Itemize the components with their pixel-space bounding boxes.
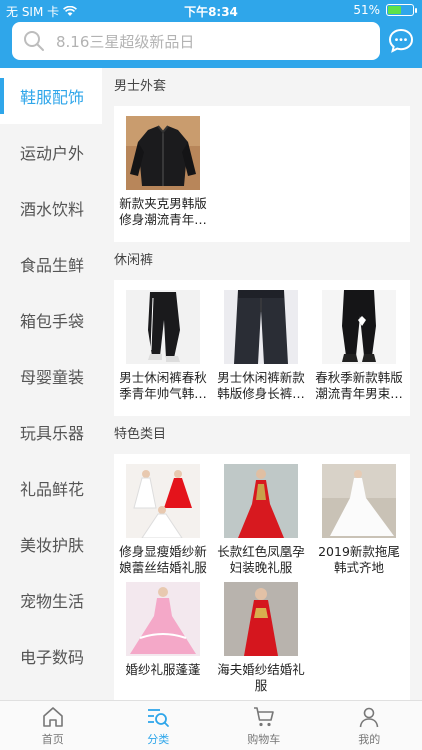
sidebar-item-shoes-apparel[interactable]: 鞋服配饰 (0, 68, 102, 124)
sidebar-item-label: 箱包手袋 (20, 312, 85, 331)
product-item[interactable]: 2019新款拖尾韩式齐地 (310, 464, 408, 576)
sidebar-item-label: 母婴童装 (20, 368, 85, 387)
tab-category[interactable]: 分类 (106, 701, 212, 750)
red-gown-image (224, 464, 298, 538)
sidebar-item-label: 食品生鲜 (20, 256, 85, 275)
product-grid: 男士休闲裤春秋季青年帅气韩… 男士休闲裤新款韩版修身长裤… 春秋季新款韩版潮流青… (114, 280, 410, 416)
product-item[interactable]: 长款红色凤凰孕妇装晚礼服 (212, 464, 310, 576)
jacket-image (126, 116, 200, 190)
sidebar-item-label: 鞋服配饰 (20, 88, 85, 107)
sidebar-item-gifts-flowers[interactable]: 礼品鲜花 (0, 460, 102, 516)
product-name: 2019新款拖尾韩式齐地 (318, 544, 400, 575)
sidebar-item-fresh-food[interactable]: 食品生鲜 (0, 236, 102, 292)
pink-gown-image (126, 582, 200, 656)
section-title: 男士外套 (114, 79, 167, 94)
product-item[interactable]: 春秋季新款韩版潮流青年男束… (310, 290, 408, 402)
product-item[interactable]: 男士休闲裤春秋季青年帅气韩… (114, 290, 212, 402)
sidebar-item-drinks[interactable]: 酒水饮料 (0, 180, 102, 236)
product-grid: 修身显瘦婚纱新娘蕾丝结婚礼服 长款红色凤凰孕妇装晚礼服 2019新款拖尾韩式齐地… (114, 454, 410, 700)
cart-icon (253, 706, 274, 726)
home-icon (42, 706, 63, 727)
search-bar[interactable]: 8.16三星超级新品日 (12, 22, 380, 60)
section-title: 休闲裤 (114, 253, 154, 268)
sidebar-item-label: 美妆护肤 (20, 536, 85, 555)
header: 无 SIM 卡 下午8:34 51% 8.16三星超级新品日 (0, 0, 422, 68)
battery-fill (388, 6, 402, 14)
sidebar-item-label: 宠物生活 (20, 592, 85, 611)
tab-cart[interactable]: 购物车 (211, 701, 317, 750)
sidebar-item-label: 酒水饮料 (20, 200, 85, 219)
search-icon (12, 22, 56, 60)
category-sidebar: 鞋服配饰 运动户外 酒水饮料 食品生鲜 箱包手袋 母婴童装 玩具乐器 礼品鲜花 … (0, 68, 102, 700)
sidebar-item-label: 电子数码 (20, 648, 85, 667)
sidebar-item-electronics[interactable]: 电子数码 (0, 628, 102, 684)
category-content: 男士外套 新款夹克男韩版修身潮流青年… 休闲裤 男士休闲裤春秋季青年帅气韩… 男… (102, 68, 422, 700)
tab-label: 我的 (358, 732, 381, 746)
product-item[interactable]: 新款夹克男韩版修身潮流青年… (114, 116, 212, 228)
product-item[interactable]: 婚纱礼服蓬蓬 (114, 582, 212, 694)
pants-image (322, 290, 396, 364)
battery-percent: 51% (353, 3, 380, 17)
red-qipao-image (224, 582, 298, 656)
message-icon[interactable] (388, 28, 414, 54)
sidebar-item-label: 玩具乐器 (20, 424, 85, 443)
product-name: 海夫婚纱结婚礼服 (217, 662, 305, 693)
sidebar-item-toys-instruments[interactable]: 玩具乐器 (0, 404, 102, 460)
sidebar-item-sports-outdoor[interactable]: 运动户外 (0, 124, 102, 180)
category-search-icon (148, 708, 170, 727)
sidebar-item-pets[interactable]: 宠物生活 (0, 572, 102, 628)
status-bar: 无 SIM 卡 下午8:34 51% (0, 0, 422, 20)
sidebar-item-baby-kids[interactable]: 母婴童装 (0, 348, 102, 404)
product-item[interactable]: 男士休闲裤新款韩版修身长裤… (212, 290, 310, 402)
tab-home[interactable]: 首页 (0, 701, 106, 750)
tab-mine[interactable]: 我的 (317, 701, 422, 750)
pants-image (224, 290, 298, 364)
sidebar-item-bags[interactable]: 箱包手袋 (0, 292, 102, 348)
product-name: 新款夹克男韩版修身潮流青年… (119, 196, 207, 227)
pants-image (126, 290, 200, 364)
product-item[interactable]: 海夫婚纱结婚礼服 (212, 582, 310, 694)
user-icon (359, 707, 379, 727)
product-name: 婚纱礼服蓬蓬 (125, 662, 201, 677)
product-name: 修身显瘦婚纱新娘蕾丝结婚礼服 (119, 544, 207, 575)
tab-label: 购物车 (247, 732, 281, 746)
product-name: 春秋季新款韩版潮流青年男束… (315, 370, 403, 401)
sidebar-item-label: 运动户外 (20, 144, 85, 163)
product-name: 男士休闲裤春秋季青年帅气韩… (119, 370, 207, 401)
sidebar-item-beauty[interactable]: 美妆护肤 (0, 516, 102, 572)
bottom-tab-bar: 首页 分类 购物车 我的 (0, 700, 422, 750)
product-item[interactable]: 修身显瘦婚纱新娘蕾丝结婚礼服 (114, 464, 212, 576)
product-grid: 新款夹克男韩版修身潮流青年… (114, 106, 410, 242)
battery-icon (386, 4, 417, 16)
wedding-dress-image (126, 464, 200, 538)
tab-label: 分类 (147, 732, 170, 746)
sidebar-item-label: 礼品鲜花 (20, 480, 85, 499)
white-gown-image (322, 464, 396, 538)
status-right: 51% (353, 3, 417, 17)
section-title: 特色类目 (114, 427, 167, 442)
search-input[interactable]: 8.16三星超级新品日 (56, 31, 194, 52)
tab-label: 首页 (41, 732, 64, 746)
product-name: 男士休闲裤新款韩版修身长裤… (217, 370, 305, 401)
product-name: 长款红色凤凰孕妇装晚礼服 (217, 544, 305, 575)
